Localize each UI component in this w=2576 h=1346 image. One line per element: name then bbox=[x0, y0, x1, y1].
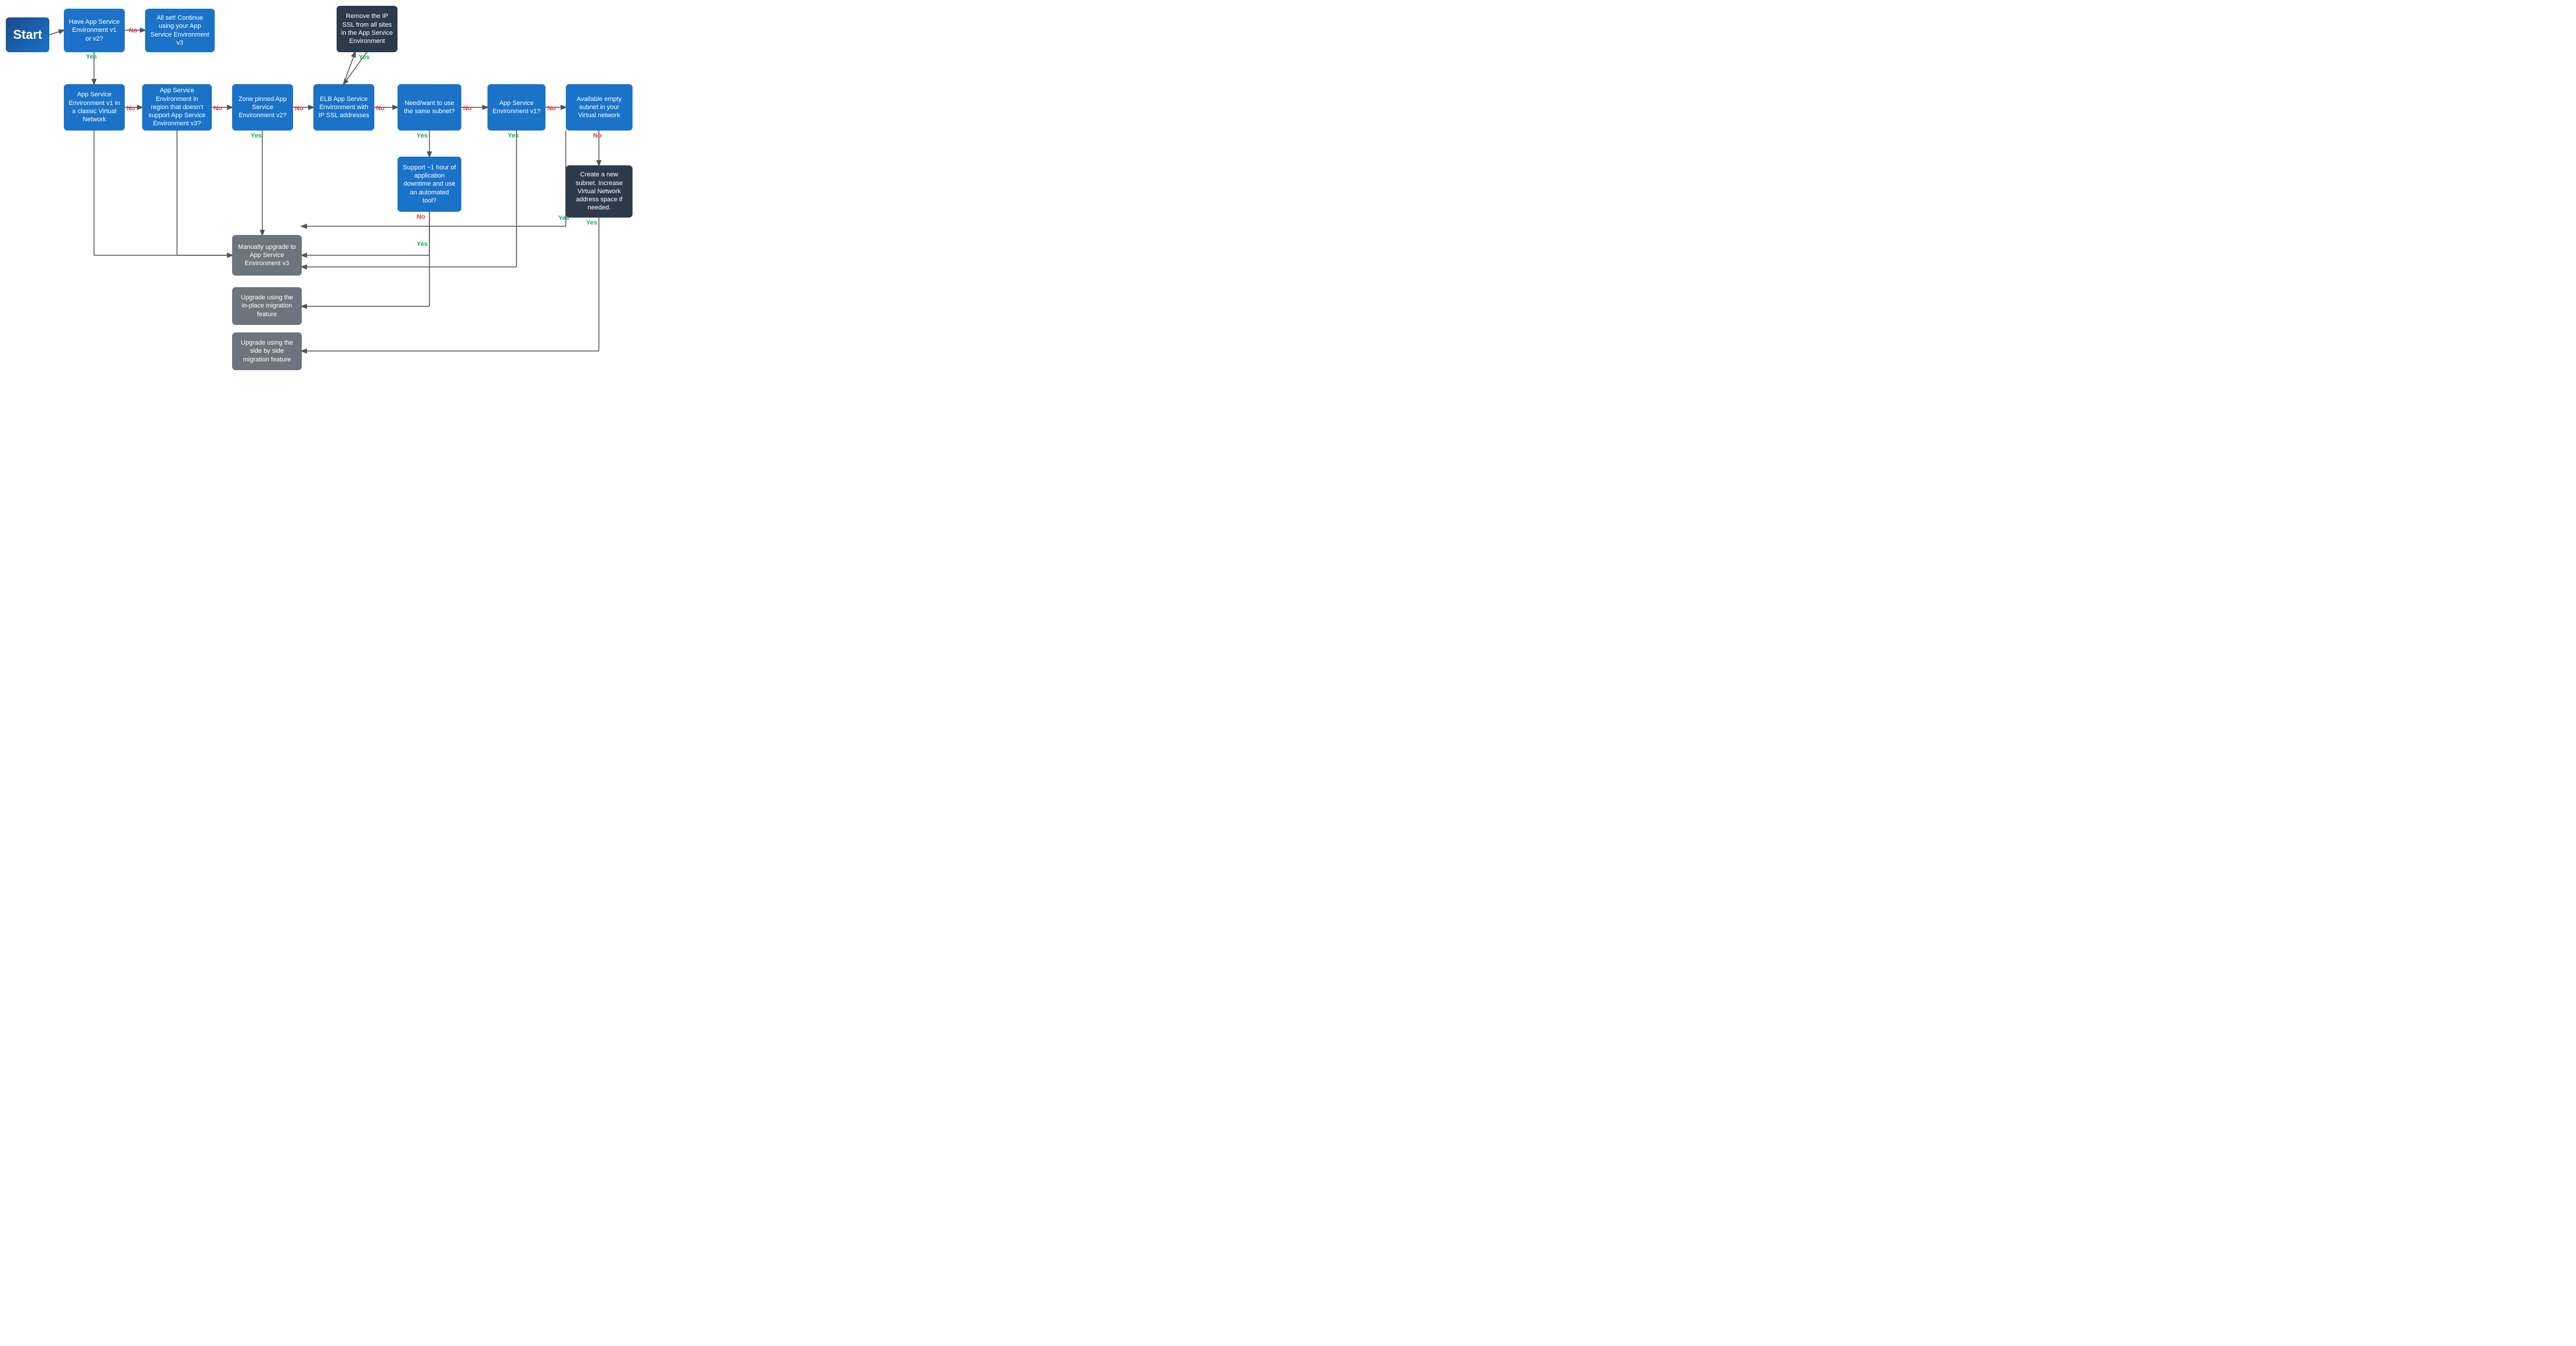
node-ase-v1-question: App Service Environment v1? bbox=[487, 84, 545, 131]
node-ase-v1-classic-vnet: App Service Environment v1 in a classic … bbox=[64, 84, 125, 131]
label-yes-7: Yes bbox=[586, 219, 597, 226]
label-yes-2: Yes bbox=[251, 132, 262, 139]
node-downtime-question: Support ~1 hour of application downtime … bbox=[398, 157, 461, 212]
node-zone-pinned-question: Zone pinned App Service Environment v2? bbox=[232, 84, 293, 131]
node-create-subnet: Create a new subnet. Increase Virtual Ne… bbox=[566, 165, 633, 218]
label-yes-ip-ssl: Yes bbox=[359, 54, 370, 61]
node-manually-upgrade: Manually upgrade to App Service Environm… bbox=[232, 235, 302, 276]
label-no-5: No bbox=[376, 105, 385, 112]
label-no-8: No bbox=[547, 105, 556, 112]
node-ase-region-question: App Service Environment in region that d… bbox=[142, 84, 212, 131]
label-yes-4: Yes bbox=[417, 241, 428, 248]
label-no-6: No bbox=[463, 105, 472, 112]
label-yes-1: Yes bbox=[86, 53, 97, 60]
label-yes-3: Yes bbox=[417, 132, 428, 139]
start-node: Start bbox=[6, 17, 49, 52]
label-no-1: No bbox=[129, 27, 138, 34]
flowchart-diagram: Start Have App Service Environment v1 or… bbox=[0, 0, 644, 360]
node-available-subnet: Available empty subnet in your Virtual n… bbox=[566, 84, 633, 131]
label-no-2: No bbox=[127, 105, 135, 112]
node-inplace-migration: Upgrade using the in-place migration fea… bbox=[232, 287, 302, 325]
label-no-9: No bbox=[593, 132, 602, 139]
node-elb-ase-ip-ssl: ELB App Service Environment with IP SSL … bbox=[313, 84, 374, 131]
node-ase-v1-v2-question: Have App Service Environment v1 or v2? bbox=[64, 9, 125, 52]
label-no-7: No bbox=[417, 214, 425, 220]
label-no-3: No bbox=[214, 105, 222, 112]
node-remove-ip-ssl: Remove the IP SSL from all sites in the … bbox=[337, 6, 398, 52]
label-no-4: No bbox=[295, 105, 304, 112]
node-all-set: All set! Continue using your App Service… bbox=[145, 9, 215, 52]
label-yes-5: Yes bbox=[508, 132, 519, 139]
node-same-subnet-question: Need/want to use the same subnet? bbox=[398, 84, 461, 131]
node-sidebyside-migration: Upgrade using the side by side migration… bbox=[232, 332, 302, 370]
